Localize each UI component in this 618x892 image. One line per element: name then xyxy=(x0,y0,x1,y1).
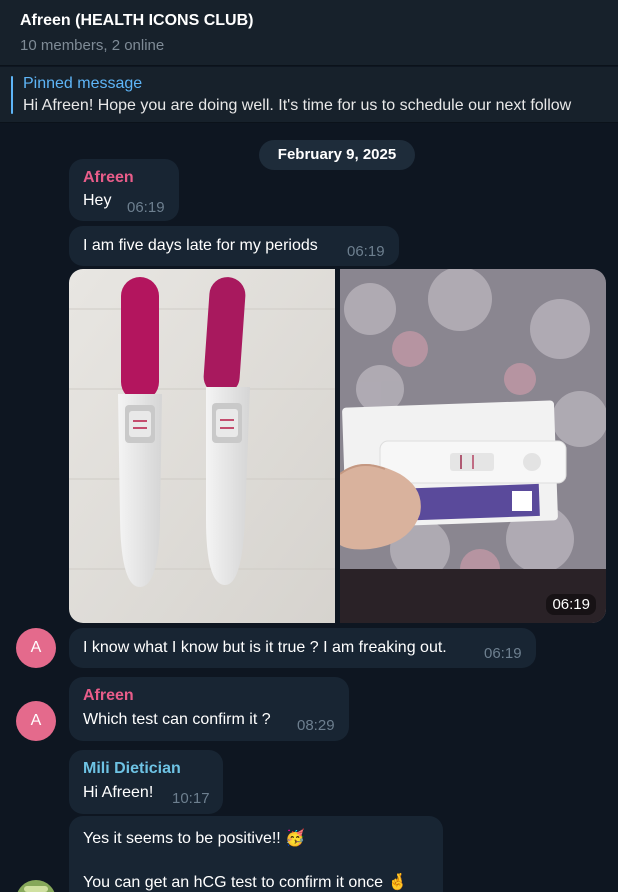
message-bubble[interactable]: Afreen Which test can confirm it ? 08:29 xyxy=(69,677,349,741)
message-text: I am five days late for my periods xyxy=(83,237,318,254)
pinned-message-bar[interactable]: Pinned message Hi Afreen! Hope you are d… xyxy=(0,67,618,123)
avatar-detail xyxy=(24,886,48,892)
photo-time: 06:19 xyxy=(546,594,596,615)
avatar[interactable]: A xyxy=(16,628,56,668)
sender-name[interactable]: Afreen xyxy=(83,687,134,705)
message-text: Hey xyxy=(83,192,112,209)
message-time: 06:19 xyxy=(484,645,522,662)
message-text: I know what I know but is it true ? I am… xyxy=(83,639,447,656)
message-text-line-2: You can get an hCG test to confirm it on… xyxy=(83,874,408,891)
photo-pregnancy-tests-on-table[interactable] xyxy=(69,269,335,623)
message-time: 08:29 xyxy=(297,717,335,734)
photo-pregnancy-test-in-hand[interactable]: 06:19 xyxy=(340,269,606,623)
message-text: Which test can confirm it ? xyxy=(83,711,271,728)
message-time: 06:19 xyxy=(347,243,385,260)
sender-name[interactable]: Afreen xyxy=(83,169,134,187)
message-time: 06:19 xyxy=(127,199,165,216)
message-time: 10:17 xyxy=(172,790,210,807)
avatar[interactable]: A xyxy=(16,701,56,741)
pregnancy-tests-photo-icon xyxy=(69,269,335,623)
pregnancy-test-in-hand-photo-icon xyxy=(340,269,606,623)
date-divider: February 9, 2025 xyxy=(259,140,415,170)
message-bubble[interactable]: I am five days late for my periods 06:19 xyxy=(69,226,399,266)
message-bubble[interactable]: Mili Dietician Hi Afreen! 10:17 xyxy=(69,750,223,814)
pinned-accent-bar xyxy=(11,76,13,114)
pinned-message-text: Hi Afreen! Hope you are doing well. It's… xyxy=(23,97,572,114)
sender-name[interactable]: Mili Dietician xyxy=(83,760,181,778)
chat-header[interactable]: Afreen (HEALTH ICONS CLUB) 10 members, 2… xyxy=(0,0,618,66)
mili-avatar[interactable] xyxy=(16,880,56,892)
message-bubble[interactable]: I know what I know but is it true ? I am… xyxy=(69,628,536,668)
chat-title[interactable]: Afreen (HEALTH ICONS CLUB) xyxy=(20,12,253,30)
chat-members-status: 10 members, 2 online xyxy=(20,37,165,54)
message-bubble[interactable]: Afreen Hey 06:19 xyxy=(69,159,179,221)
message-text-line-1: Yes it seems to be positive!! 🥳 xyxy=(83,830,306,847)
pinned-message-label: Pinned message xyxy=(23,75,143,92)
message-text: Hi Afreen! xyxy=(83,784,154,801)
message-bubble[interactable]: Yes it seems to be positive!! 🥳 You can … xyxy=(69,816,443,892)
